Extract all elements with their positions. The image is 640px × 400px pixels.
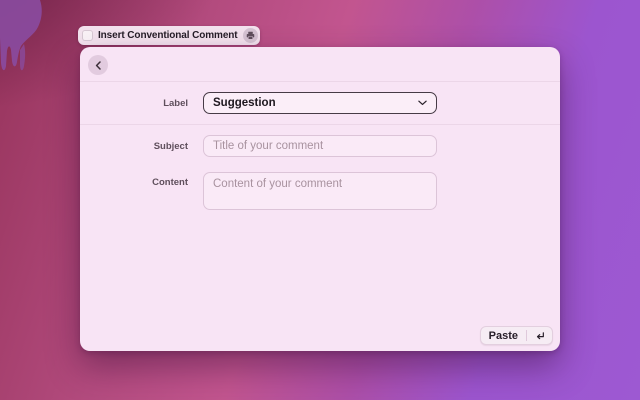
subject-field-label: Subject (153, 141, 188, 152)
label-select[interactable]: Suggestion (203, 92, 437, 114)
content-textarea[interactable] (203, 172, 437, 210)
desktop: Insert Conventional Comment Label Sugges… (0, 0, 640, 400)
paste-button[interactable]: Paste (479, 326, 553, 345)
return-icon (527, 331, 552, 341)
printer-icon (242, 28, 258, 43)
paste-button-label: Paste (488, 329, 518, 342)
hud-title-pill[interactable]: Insert Conventional Comment (78, 26, 260, 45)
label-field-label: Label (163, 98, 188, 109)
chevron-left-icon (95, 60, 101, 70)
hud-title: Insert Conventional Comment (98, 30, 238, 41)
back-button[interactable] (88, 55, 108, 75)
insert-comment-dialog: Label Suggestion Subject Content Paste (80, 47, 560, 351)
chevron-down-icon (418, 100, 427, 106)
subject-input[interactable] (203, 135, 437, 157)
content-field-label: Content (152, 177, 188, 188)
label-select-value: Suggestion (213, 97, 276, 109)
form-section-divider (80, 124, 560, 125)
app-icon-ghost (82, 30, 93, 41)
wallpaper-blob (0, 0, 42, 71)
dialog-header (80, 47, 560, 82)
